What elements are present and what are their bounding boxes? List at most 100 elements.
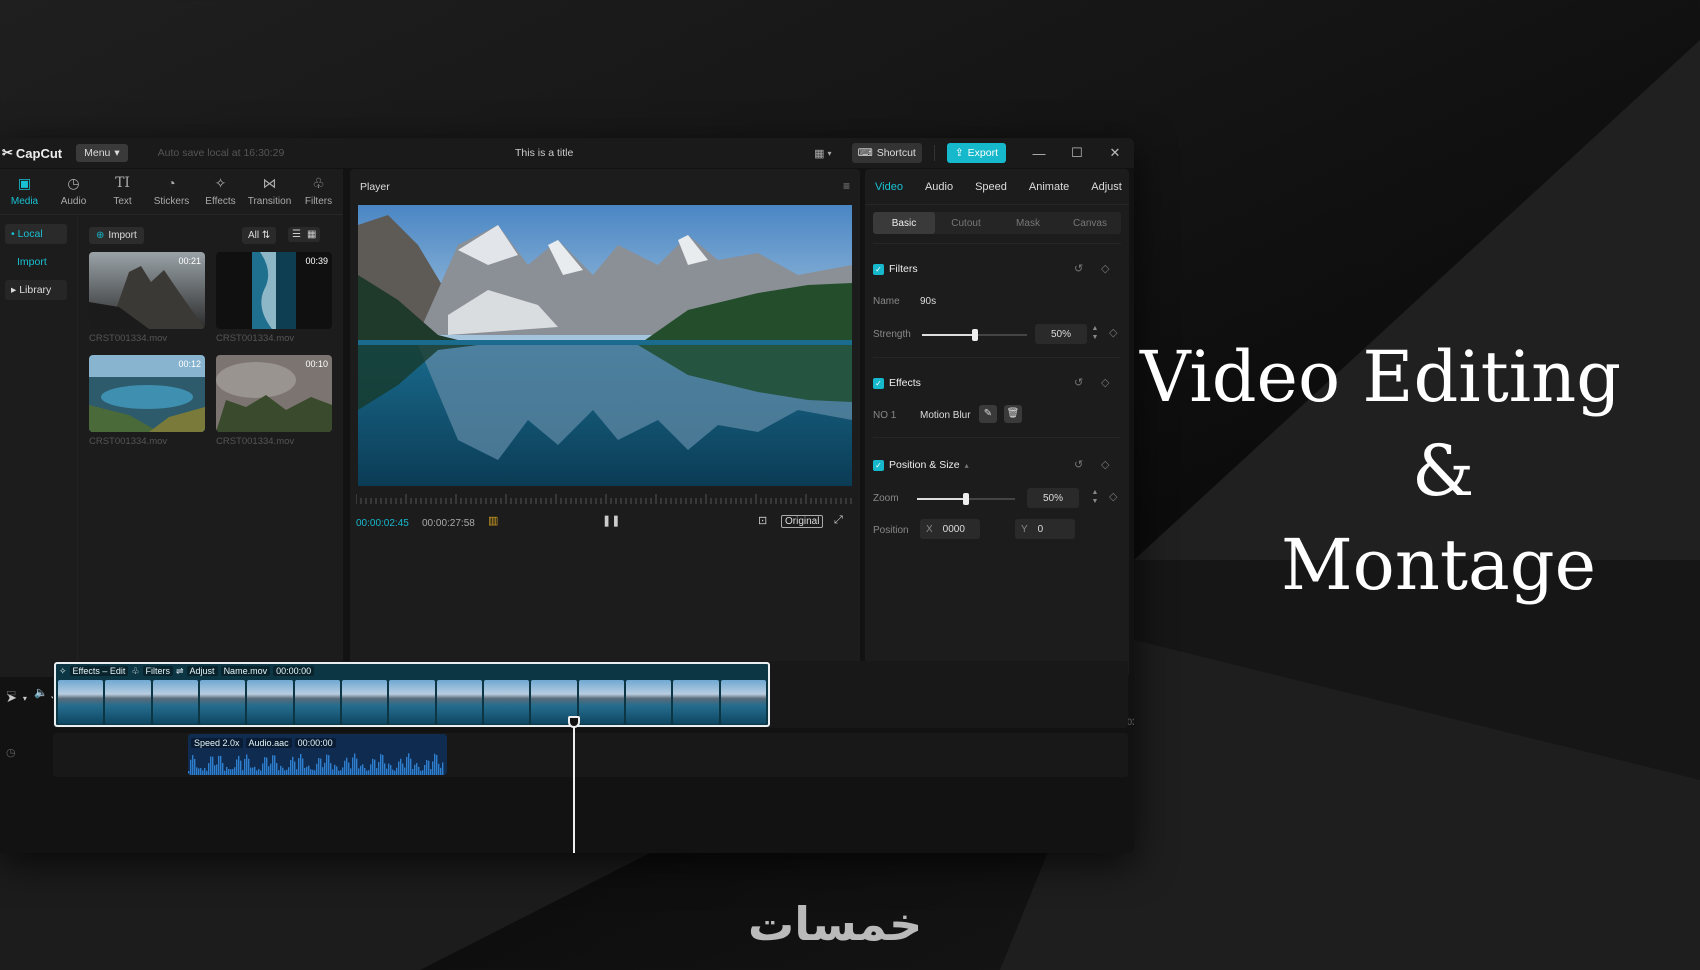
filters-section-header[interactable]: ✓ Filters xyxy=(873,263,918,275)
tab-animate[interactable]: Animate xyxy=(1029,181,1069,193)
position-size-section-header[interactable]: ✓ Position & Size ▴ xyxy=(873,459,969,471)
edit-pencil-icon[interactable]: ✎ xyxy=(979,405,997,423)
clip-tag-speed: Speed 2.0x xyxy=(191,738,243,748)
media-grid: ⊕ Import All ⇅ ☰ ▦ 00:21 CRST001334.mov xyxy=(80,216,343,676)
media-thumb[interactable]: 00:10 xyxy=(216,355,332,432)
position-x-input[interactable]: X 0000 xyxy=(920,519,980,539)
subtab-basic[interactable]: Basic xyxy=(873,212,935,234)
close-button[interactable]: ✕ xyxy=(1096,145,1134,161)
thumb-duration: 00:21 xyxy=(178,256,201,266)
screenshot-icon[interactable]: ⊡ xyxy=(758,514,767,527)
zoom-input[interactable]: 50% xyxy=(1027,488,1079,508)
import-label: Import xyxy=(108,230,137,241)
media-thumb[interactable]: 00:39 xyxy=(216,252,332,329)
scrub-ruler[interactable] xyxy=(356,494,854,504)
strength-slider[interactable] xyxy=(922,329,1027,341)
tab-video[interactable]: Video xyxy=(875,181,903,193)
fullscreen-icon[interactable]: ⤢ xyxy=(834,514,843,527)
shortcut-label: Shortcut xyxy=(876,147,916,159)
nav-import[interactable]: Import xyxy=(5,252,67,272)
export-label: Export xyxy=(967,147,998,159)
playhead-line[interactable] xyxy=(573,721,575,853)
hamburger-menu-icon[interactable]: ≡ xyxy=(843,179,850,193)
nav-local[interactable]: • Local xyxy=(5,224,67,244)
mute-icon[interactable]: 🔈 xyxy=(34,686,48,699)
import-button[interactable]: ⊕ Import xyxy=(89,227,144,244)
strength-input[interactable]: 50% xyxy=(1035,324,1087,344)
layout-button[interactable]: ▦ ▾ xyxy=(814,147,831,160)
window-title: This is a title xyxy=(515,147,574,159)
checkbox-checked-icon[interactable]: ✓ xyxy=(873,459,884,471)
clip-frame-thumbnail xyxy=(625,680,672,724)
thumb-duration: 00:39 xyxy=(305,256,328,266)
subtab-mask[interactable]: Mask xyxy=(997,212,1059,234)
keyframe-icon[interactable]: ◇ xyxy=(1101,376,1109,389)
grid-view-icon[interactable]: ▦ xyxy=(307,229,316,240)
menu-button[interactable]: Menu ▾ xyxy=(76,144,128,162)
shortcut-button[interactable]: ⌨ Shortcut xyxy=(851,143,922,163)
subtab-cutout[interactable]: Cutout xyxy=(935,212,997,234)
filters-icon: ♧ xyxy=(312,175,325,191)
thumb-name: CRST001334.mov xyxy=(89,436,168,447)
keyframe-icon[interactable]: ◇ xyxy=(1109,490,1117,503)
filter-all-button[interactable]: All ⇅ xyxy=(242,227,277,244)
x-label: X xyxy=(926,523,933,535)
view-toggle[interactable]: ☰ ▦ xyxy=(288,227,321,242)
keyboard-icon: ⌨ xyxy=(857,147,873,159)
slider-handle[interactable] xyxy=(971,329,978,341)
chevron-down-icon[interactable]: ▾ xyxy=(23,694,27,703)
filter-name-value: 90s xyxy=(920,296,937,307)
subtab-canvas[interactable]: Canvas xyxy=(1059,212,1121,234)
tab-stickers[interactable]: ◔ Stickers xyxy=(147,169,196,214)
transition-icon: ⋈ xyxy=(262,175,277,191)
keyframe-icon[interactable]: ◇ xyxy=(1101,262,1109,275)
player-title: Player xyxy=(360,181,390,193)
video-track-icon: ▭ xyxy=(6,687,17,699)
video-clip[interactable]: ✧ Effects – Edit ♧ Filters ⇌ Adjust Name.mo… xyxy=(54,662,770,727)
tab-text[interactable]: TI Text xyxy=(98,169,147,214)
tab-transition[interactable]: ⋈ Transition xyxy=(245,169,294,214)
x-value: 0000 xyxy=(942,523,965,535)
audio-icon: ◷ xyxy=(67,175,80,191)
tab-adjust[interactable]: Adjust xyxy=(1091,181,1122,193)
tab-filters[interactable]: ♧ Filters xyxy=(294,169,343,214)
ratio-button[interactable]: Original xyxy=(781,515,824,528)
inspector-tabs: Video Audio Speed Animate Adjust xyxy=(865,169,1129,205)
keyframe-icon[interactable]: ◇ xyxy=(1109,326,1117,339)
zoom-slider[interactable] xyxy=(917,493,1015,505)
minimize-button[interactable]: — xyxy=(1020,146,1058,161)
app-logo: ✂ CapCut xyxy=(2,145,62,161)
checkbox-checked-icon[interactable]: ✓ xyxy=(873,377,884,389)
reset-icon[interactable]: ↺ xyxy=(1074,376,1083,389)
stepper-arrows[interactable]: ▲ ▼ xyxy=(1089,488,1101,508)
nav-library[interactable]: ▸ Library xyxy=(5,280,67,300)
media-thumb[interactable]: 00:21 xyxy=(89,252,205,329)
position-y-input[interactable]: Y0 xyxy=(1015,519,1075,539)
slider-handle[interactable] xyxy=(963,493,969,505)
tab-effects[interactable]: ✧ Effects xyxy=(196,169,245,214)
stepper-arrows[interactable]: ▲ ▼ xyxy=(1089,324,1101,344)
chevron-up-icon[interactable]: ▴ xyxy=(965,461,969,470)
effects-section-header[interactable]: ✓ Effects xyxy=(873,377,921,389)
audio-clip[interactable]: Speed 2.0x Audio.aac 00:00:00 xyxy=(188,734,447,775)
playhead-handle[interactable] xyxy=(568,716,580,728)
keyframe-icon[interactable]: ◇ xyxy=(1101,458,1109,471)
list-view-icon[interactable]: ☰ xyxy=(292,229,301,240)
player-panel: Player ≡ 00:00:02:45 00:00:27:58 ▥ ❚❚ ⊡ … xyxy=(350,169,860,677)
trash-icon[interactable]: 🗑 xyxy=(1004,405,1022,423)
reset-icon[interactable]: ↺ xyxy=(1074,458,1083,471)
media-thumb[interactable]: 00:12 xyxy=(89,355,205,432)
tab-audio[interactable]: Audio xyxy=(925,181,953,193)
chevron-down-icon: ▾ xyxy=(827,148,832,158)
clip-frame-thumbnail xyxy=(720,680,766,724)
clip-header: Speed 2.0x Audio.aac 00:00:00 xyxy=(188,736,336,750)
pause-button[interactable]: ❚❚ xyxy=(602,514,620,527)
section-title: Filters xyxy=(889,263,918,275)
tab-speed[interactable]: Speed xyxy=(975,181,1007,193)
export-button[interactable]: ⇪ Export xyxy=(946,143,1006,163)
checkbox-checked-icon[interactable]: ✓ xyxy=(873,263,884,275)
reset-icon[interactable]: ↺ xyxy=(1074,262,1083,275)
tab-media[interactable]: ▣ Media xyxy=(0,169,49,214)
maximize-button[interactable]: ☐ xyxy=(1058,145,1096,161)
tab-audio[interactable]: ◷ Audio xyxy=(49,169,98,214)
